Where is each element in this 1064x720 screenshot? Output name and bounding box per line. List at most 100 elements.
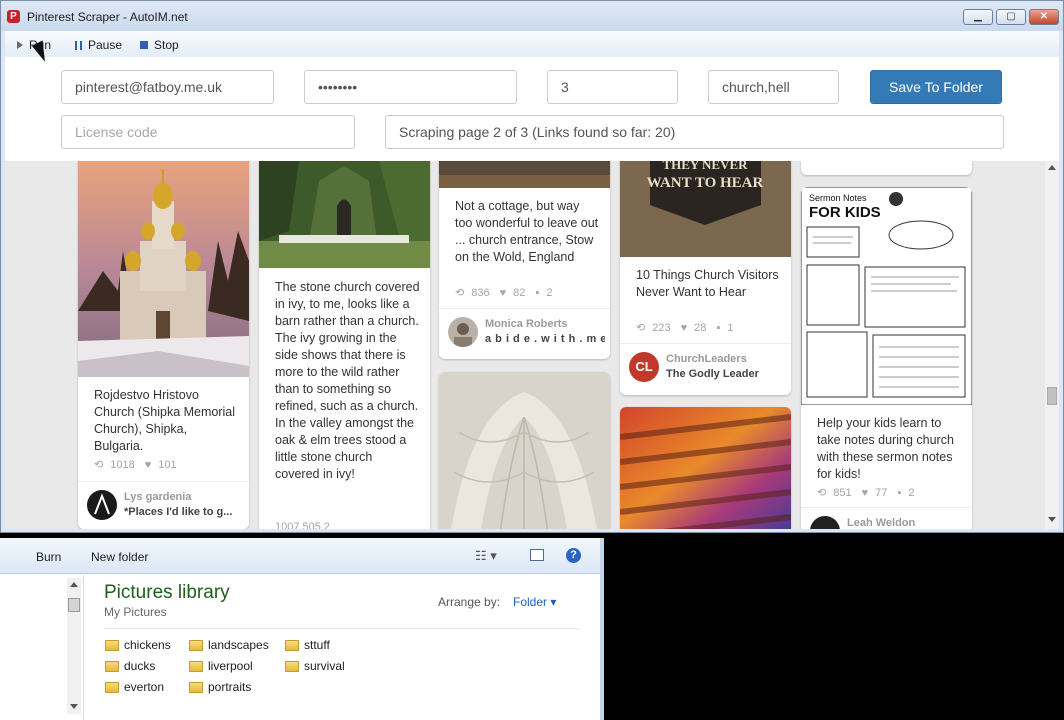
pin-stats: ⟲ 223 ♥ 28 ▪ 1 [636,321,741,334]
pause-button[interactable]: Pause [75,38,122,52]
window-title: Pinterest Scraper - AutoIM.net [27,10,188,24]
scroll-thumb[interactable] [68,598,80,612]
folder-icon [189,639,203,651]
pause-icon [75,40,82,50]
pin-image [259,161,430,268]
pinner-name[interactable]: Lys gardenia [124,491,191,503]
avatar[interactable]: CL [629,352,659,382]
new-folder-button[interactable]: New folder [91,550,148,564]
folder-item[interactable]: survival [285,659,345,673]
pin-card[interactable]: The stone church covered in ivy, to me, … [259,161,430,529]
pin-image: THEY NEVER WANT TO HEAR [620,161,791,257]
pin-stats: ⟲ 836 ♥ 82 ▪ 2 [455,286,560,299]
arrange-by-dropdown[interactable]: Folder ▾ [513,595,556,609]
folder-label: liverpool [208,659,253,673]
pin-card[interactable]: Not a cottage, but way too wonderful to … [439,161,610,359]
avatar[interactable] [810,516,840,529]
pin-image [439,372,610,529]
pinterest-icon: P [7,10,20,23]
folder-item[interactable]: everton [105,680,164,694]
folder-label: landscapes [208,638,269,652]
arrange-by-label: Arrange by: [438,595,501,609]
burn-button[interactable]: Burn [36,550,61,564]
pin-browser: Rojdestvo Hristovo Church (Shipka Memori… [5,161,1045,529]
folder-item[interactable]: landscapes [189,638,269,652]
like-count: 77 [875,487,888,499]
stop-label: Stop [154,38,179,52]
scroll-up-icon[interactable] [70,582,78,587]
pin-footer: CL ChurchLeaders The Godly Leader [620,343,791,391]
like-count: 82 [513,287,526,299]
arrange-by-value: Folder [513,595,548,609]
title-bar: P Pinterest Scraper - AutoIM.net ▁ ▢ ✕ [1,1,1063,31]
library-subtitle[interactable]: My Pictures [104,605,167,619]
chevron-down-icon: ▾ [550,595,557,609]
help-icon[interactable]: ? [566,548,581,563]
pin-description: Rojdestvo Hristovo Church (Shipka Memori… [94,388,236,453]
comment-count: 1 [727,322,734,334]
scroll-down-icon[interactable] [1048,517,1056,522]
folder-item[interactable]: sttuff [285,638,330,652]
pin-stats: ⟲ 851 ♥ 77 ▪ 2 [817,486,922,499]
scroll-up-icon[interactable] [1048,165,1056,170]
library-title: Pictures library [104,582,230,603]
pin-card[interactable]: THEY NEVER WANT TO HEAR 10 Things Church… [620,161,791,395]
avatar[interactable] [87,490,117,520]
folder-label: chickens [124,638,171,652]
folder-icon [189,660,203,672]
scroll-thumb[interactable] [1047,387,1057,405]
pin-stats: 1007 505 2 [275,521,331,529]
folder-item[interactable]: portraits [189,680,251,694]
pin-description: 10 Things Church Visitors Never Want to … [636,268,779,299]
vertical-scrollbar[interactable] [1045,161,1059,529]
pin-image-title-2: FOR KIDS [809,204,881,221]
password-field[interactable]: •••••••• [304,70,517,104]
pinner-name[interactable]: ChurchLeaders [666,353,747,365]
close-button[interactable]: ✕ [1029,9,1059,25]
pause-label: Pause [88,38,123,52]
folder-icon [105,681,119,693]
pinner-name[interactable]: Monica Roberts [485,318,568,330]
navigation-scrollbar[interactable] [67,578,81,714]
maximize-button[interactable]: ▢ [996,9,1026,25]
scroll-down-icon[interactable] [70,704,78,709]
board-name[interactable]: *Places I'd like to g... [124,506,244,518]
pin-card[interactable]: Rojdestvo Hristovo Church (Shipka Memori… [78,161,249,529]
folder-label: sttuff [304,638,330,652]
board-name[interactable]: The Godly Leader [666,368,786,380]
repin-count: 851 [833,487,852,499]
pin-card[interactable] [801,161,972,175]
heart-icon: ♥ [861,487,869,499]
repin-icon: ⟲ [455,287,465,299]
explorer-window: Burn New folder ☷ ▾ ? Pictures library M… [0,538,604,720]
keywords-field[interactable]: church,hell [708,70,839,104]
toolbar: Run Pause Stop [5,31,1059,57]
folder-icon [189,681,203,693]
pin-card[interactable] [620,407,791,529]
minimize-button[interactable]: ▁ [963,9,993,25]
pin-card[interactable] [439,372,610,529]
avatar[interactable] [448,317,478,347]
folder-item[interactable]: chickens [105,638,171,652]
pin-description: Help your kids learn to take notes durin… [817,416,954,481]
folder-item[interactable]: liverpool [189,659,253,673]
save-to-folder-button[interactable]: Save To Folder [870,70,1002,104]
board-name[interactable]: a b i d e . w i t h . m e [485,333,605,345]
play-icon [17,41,23,49]
pin-image-text-1: THEY NEVER [662,161,748,172]
settings-form: pinterest@fatboy.me.uk •••••••• 3 church… [5,57,1059,161]
comment-icon: ▪ [897,487,902,499]
status-field: Scraping page 2 of 3 (Links found so far… [385,115,1004,149]
view-icon[interactable]: ☷ ▾ [475,548,497,564]
license-code-field[interactable]: License code [61,115,355,149]
folder-item[interactable]: ducks [105,659,155,673]
pane-icon[interactable] [530,549,544,561]
email-field[interactable]: pinterest@fatboy.me.uk [61,70,274,104]
comment-count: 2 [908,487,915,499]
pages-field[interactable]: 3 [547,70,678,104]
pin-card[interactable]: Sermon Notes FOR KIDS Help your kids lea… [801,187,972,529]
pinner-name[interactable]: Leah Weldon [847,517,915,529]
stop-button[interactable]: Stop [140,38,179,52]
pin-footer: Leah Weldon [801,507,972,529]
pin-description: Not a cottage, but way too wonderful to … [455,199,599,264]
